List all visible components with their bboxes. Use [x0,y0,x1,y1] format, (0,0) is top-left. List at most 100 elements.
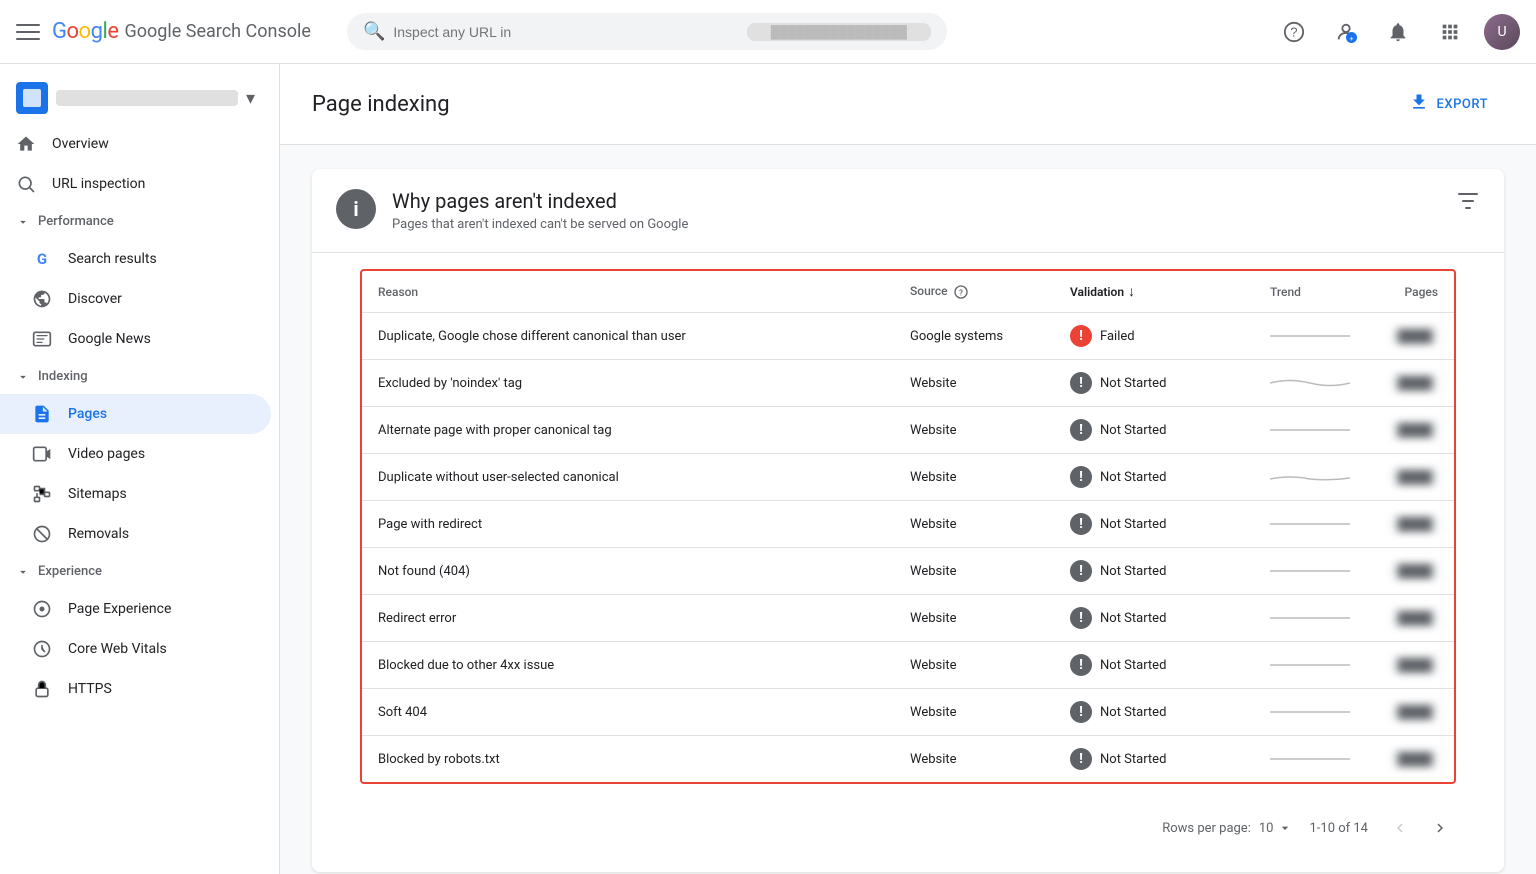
trend-cell [1254,501,1374,548]
validation-status-icon: ! [1070,701,1092,723]
source-cell: Website [894,407,1054,454]
validation-label: Not Started [1100,423,1166,438]
validation-cell: ! Not Started [1054,407,1254,454]
table-row[interactable]: Page with redirect Website ! Not Started… [362,501,1454,548]
card-header: i Why pages aren't indexed Pages that ar… [312,169,1504,253]
table-wrapper: Reason Source ? Validation [360,269,1456,784]
validation-status-icon: ! [1070,748,1092,770]
pages-cell: ████ [1374,736,1454,783]
sidebar-item-video-pages[interactable]: Video pages [0,434,271,474]
video-icon [32,444,52,464]
validation-cell: ! Not Started [1054,360,1254,407]
property-selector[interactable]: ██████████████ ▾ [0,72,271,124]
url-inspect-input[interactable] [393,24,739,40]
pages-cell: ████ [1374,689,1454,736]
table-row[interactable]: Excluded by 'noindex' tag Website ! Not … [362,360,1454,407]
trend-chart [1270,420,1350,440]
download-icon [1409,92,1429,116]
sitemaps-icon [32,484,52,504]
avatar[interactable]: U [1484,14,1520,50]
reason-cell: Duplicate without user-selected canonica… [362,454,894,501]
validation-label: Not Started [1100,564,1166,579]
table-row[interactable]: Duplicate, Google chose different canoni… [362,313,1454,360]
trend-chart [1270,373,1350,393]
sidebar-section-experience[interactable]: Experience [0,554,271,589]
validation-cell: ! Not Started [1054,595,1254,642]
reason-cell: Redirect error [362,595,894,642]
prev-page-button[interactable] [1384,812,1416,844]
hamburger-menu[interactable] [16,24,40,40]
trend-cell [1254,736,1374,783]
export-label: EXPORT [1437,97,1488,112]
sidebar-item-google-news[interactable]: Google News [0,319,271,359]
validation-status-icon: ! [1070,419,1092,441]
bell-icon[interactable] [1380,14,1416,50]
experience-section-label: Experience [38,564,102,579]
column-validation[interactable]: Validation ↓ [1054,271,1254,313]
grid-icon[interactable] [1432,14,1468,50]
indexing-section-label: Indexing [38,369,88,384]
sidebar-item-discover[interactable]: Discover [0,279,271,319]
search-bar[interactable]: 🔍 ████████████████ [347,13,947,50]
next-page-button[interactable] [1424,812,1456,844]
trend-chart [1270,702,1350,722]
validation-status-icon: ! [1070,560,1092,582]
trend-cell [1254,360,1374,407]
table-row[interactable]: Not found (404) Website ! Not Started ██… [362,548,1454,595]
help-icon[interactable]: ? [1276,14,1312,50]
main-content: Page indexing EXPORT i Why pages aren't … [280,64,1536,874]
sidebar-item-pages[interactable]: Pages [0,394,271,434]
validation-label: Not Started [1100,658,1166,673]
sidebar: ██████████████ ▾ Overview URL inspection… [0,64,280,874]
discover-label: Discover [68,291,122,307]
trend-cell [1254,642,1374,689]
validation-cell: ! Not Started [1054,501,1254,548]
table-row[interactable]: Redirect error Website ! Not Started ███… [362,595,1454,642]
url-placeholder-blur: ████████████████ [747,23,931,41]
validation-label: Not Started [1100,470,1166,485]
property-name: ██████████████ [56,90,238,106]
validation-label: Not Started [1100,752,1166,767]
sidebar-item-search-results[interactable]: G Search results [0,239,271,279]
trend-chart [1270,514,1350,534]
sidebar-section-indexing[interactable]: Indexing [0,359,271,394]
logo[interactable]: Google Google Search Console [52,19,311,44]
export-button[interactable]: EXPORT [1393,84,1504,124]
validation-status-icon: ! [1070,372,1092,394]
filter-icon[interactable] [1456,189,1480,213]
pages-value: ████ [1392,327,1438,345]
removals-icon [32,524,52,544]
trend-chart [1270,467,1350,487]
sidebar-item-overview[interactable]: Overview [0,124,271,164]
pages-cell: ████ [1374,313,1454,360]
svg-text:?: ? [959,288,963,297]
pages-value: ████ [1392,750,1438,768]
sidebar-item-removals[interactable]: Removals [0,514,271,554]
pages-value: ████ [1392,515,1438,533]
card-subtitle: Pages that aren't indexed can't be serve… [392,217,688,232]
sidebar-item-core-web-vitals[interactable]: Core Web Vitals [0,629,271,669]
table-row[interactable]: Soft 404 Website ! Not Started ████ [362,689,1454,736]
source-cell: Website [894,548,1054,595]
sidebar-item-url-inspection[interactable]: URL inspection [0,164,271,204]
account-icon[interactable]: + [1328,14,1364,50]
validation-label: Failed [1100,329,1135,344]
sitemaps-label: Sitemaps [68,486,127,502]
table-row[interactable]: Blocked due to other 4xx issue Website !… [362,642,1454,689]
table-row[interactable]: Alternate page with proper canonical tag… [362,407,1454,454]
search-icon [16,174,36,194]
trend-cell [1254,595,1374,642]
sidebar-section-performance[interactable]: Performance [0,204,271,239]
sidebar-item-https[interactable]: HTTPS [0,669,271,709]
table-row[interactable]: Duplicate without user-selected canonica… [362,454,1454,501]
validation-status-icon: ! [1070,513,1092,535]
validation-cell: ! Not Started [1054,642,1254,689]
sidebar-item-sitemaps[interactable]: Sitemaps [0,474,271,514]
pages-cell: ████ [1374,595,1454,642]
table-row[interactable]: Blocked by robots.txt Website ! Not Star… [362,736,1454,783]
pages-cell: ████ [1374,501,1454,548]
card-header-text: Why pages aren't indexed Pages that aren… [392,189,688,232]
rows-per-page-select[interactable]: 10 [1259,820,1294,836]
pagination: Rows per page: 10 1-10 of 14 [336,800,1480,856]
sidebar-item-page-experience[interactable]: Page Experience [0,589,271,629]
